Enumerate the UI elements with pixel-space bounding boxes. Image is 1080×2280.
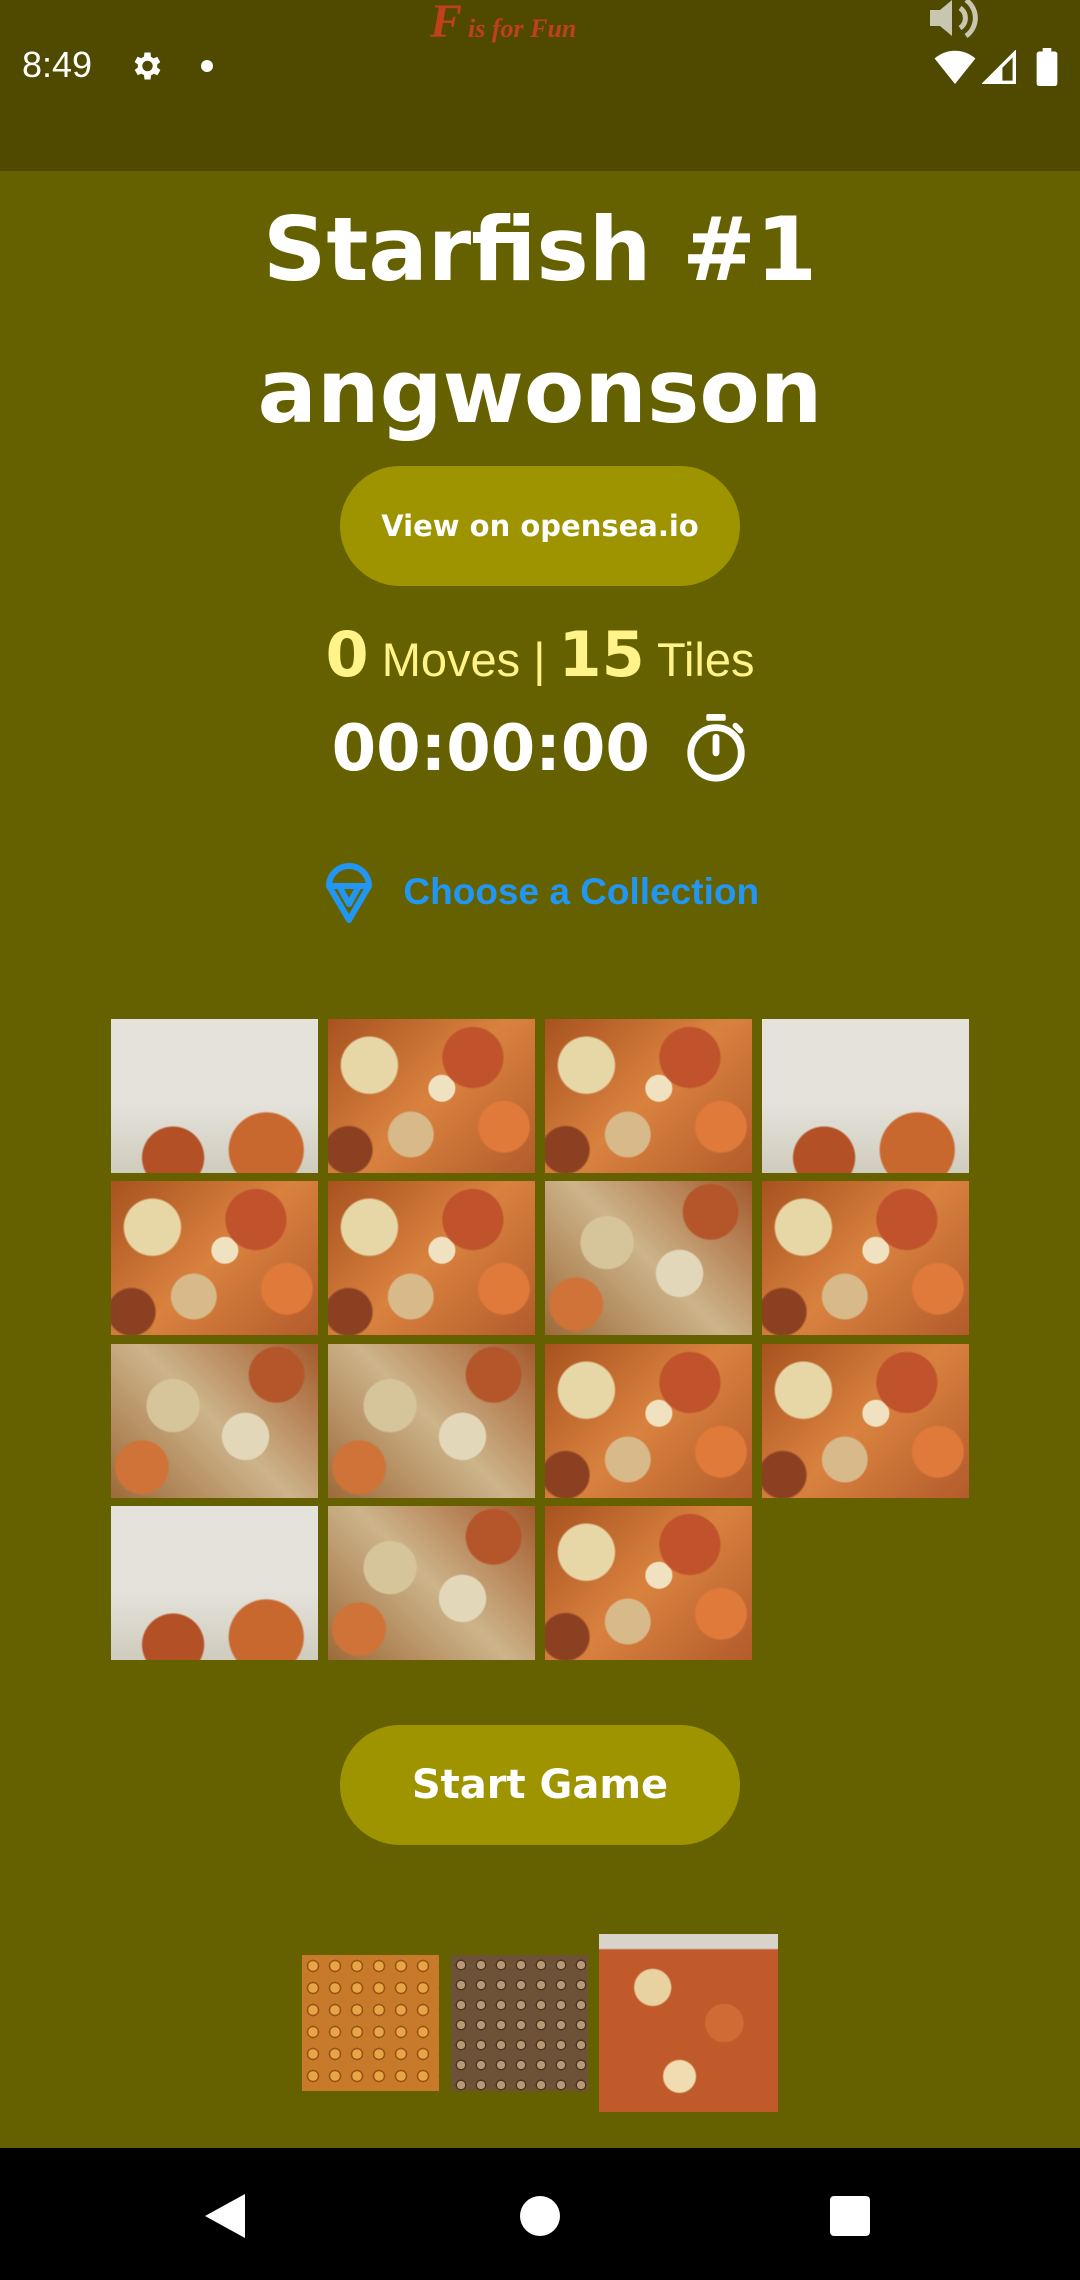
notification-dot [201, 60, 213, 72]
collection-thumb-3-selected[interactable] [599, 1934, 778, 2112]
tiles-count: 15 [558, 618, 645, 691]
brand-logo: Fis for Fun [430, 0, 576, 49]
moves-label: Moves | [381, 633, 546, 686]
puzzle-tile[interactable] [328, 1019, 535, 1173]
puzzle-tile[interactable] [111, 1181, 318, 1335]
battery-icon [1036, 48, 1058, 86]
puzzle-tile[interactable] [545, 1181, 752, 1335]
page-title: Starfish #1 [262, 198, 818, 301]
signal-icon [982, 50, 1016, 84]
status-time: 8:49 [22, 44, 93, 85]
collection-thumb-2[interactable] [451, 1955, 588, 2091]
puzzle-tile[interactable] [545, 1344, 752, 1498]
puzzle-tile[interactable] [328, 1181, 535, 1335]
tiles-label: Tiles [656, 633, 755, 686]
start-game-button[interactable]: Start Game [340, 1725, 740, 1845]
moves-count: 0 [325, 618, 369, 691]
view-on-opensea-button[interactable]: View on opensea.io [340, 466, 740, 586]
brand-logo-text: is for Fun [468, 14, 577, 43]
timer-display: 00:00:00 [331, 712, 650, 786]
puzzle-tile[interactable] [111, 1506, 318, 1660]
puzzle-tile[interactable] [328, 1506, 535, 1660]
recent-apps-icon[interactable] [830, 2196, 870, 2236]
back-icon[interactable] [205, 2194, 245, 2238]
puzzle-tile[interactable] [545, 1019, 752, 1173]
gear-icon [134, 52, 161, 80]
move-tile-stats: 0 Moves | 15 Tiles [0, 618, 1080, 691]
timer-row: 00:00:00 [0, 712, 1080, 786]
wifi-icon [934, 50, 976, 84]
brand-logo-mark: F [430, 0, 463, 48]
choose-collection-row[interactable]: Choose a Collection [0, 860, 1080, 924]
puzzle-board[interactable] [111, 1019, 969, 1660]
artist-name: angwonson [257, 340, 823, 443]
ice-cream-icon [325, 863, 372, 923]
choose-collection-link[interactable]: Choose a Collection [403, 871, 759, 913]
home-icon[interactable] [520, 2196, 560, 2236]
puzzle-tile[interactable] [762, 1019, 969, 1173]
puzzle-tile[interactable] [111, 1344, 318, 1498]
speaker-icon [930, 0, 978, 39]
puzzle-tile[interactable] [762, 1344, 969, 1498]
puzzle-tile[interactable] [762, 1181, 969, 1335]
stopwatch-icon [687, 714, 746, 782]
puzzle-tile[interactable] [111, 1019, 318, 1173]
collection-thumb-1[interactable] [302, 1955, 439, 2091]
puzzle-tile[interactable] [328, 1344, 535, 1498]
puzzle-tile[interactable] [545, 1506, 752, 1660]
